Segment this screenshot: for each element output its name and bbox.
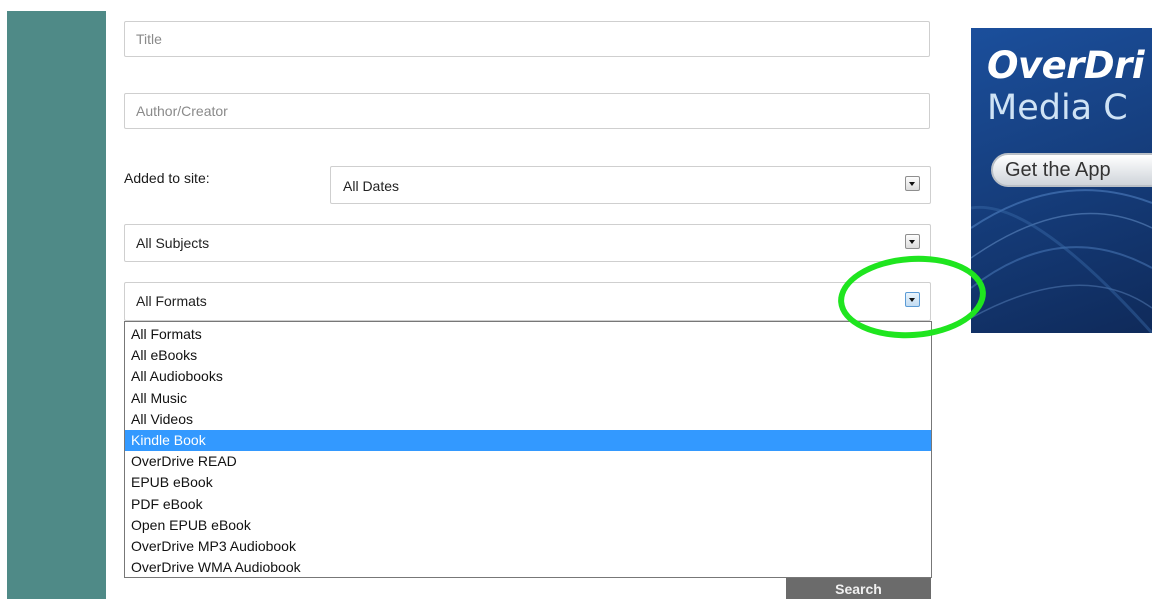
title-input[interactable] — [124, 21, 930, 57]
format-option[interactable]: OverDrive WMA Audiobook — [125, 557, 931, 578]
format-option[interactable]: EPUB eBook — [125, 472, 931, 493]
format-option[interactable]: Kindle Book — [125, 429, 931, 452]
search-button[interactable]: Search — [786, 578, 931, 599]
format-option[interactable]: All eBooks — [125, 345, 931, 366]
left-sidebar — [7, 11, 106, 599]
format-option[interactable]: OverDrive MP3 Audiobook — [125, 536, 931, 557]
author-input[interactable] — [124, 93, 930, 129]
subjects-select[interactable]: All Subjects — [124, 224, 931, 262]
format-option[interactable]: All Videos — [125, 409, 931, 430]
added-to-site-label: Added to site: — [124, 170, 210, 186]
formats-select[interactable]: All Formats — [124, 282, 931, 321]
chevron-down-icon[interactable] — [905, 234, 920, 249]
format-option[interactable]: All Music — [125, 388, 931, 409]
subjects-value: All Subjects — [136, 235, 210, 251]
ad-brand: OverDri — [987, 44, 1145, 87]
overdrive-app-ad[interactable]: OverDri Media C Get the App — [971, 28, 1152, 333]
added-date-select[interactable]: All Dates — [330, 166, 931, 204]
ad-subtitle: Media C — [987, 88, 1128, 128]
format-option[interactable]: PDF eBook — [125, 494, 931, 515]
formats-value: All Formats — [136, 293, 207, 309]
formats-dropdown-list[interactable]: All Formats All eBooks All Audiobooks All M… — [124, 321, 932, 578]
chevron-down-icon[interactable] — [905, 176, 920, 191]
format-option[interactable]: All Formats — [125, 324, 931, 345]
format-option[interactable]: OverDrive READ — [125, 451, 931, 472]
format-option[interactable]: Open EPUB eBook — [125, 515, 931, 536]
added-date-value: All Dates — [343, 178, 400, 194]
get-app-button[interactable]: Get the App — [991, 153, 1152, 187]
format-option[interactable]: All Audiobooks — [125, 366, 931, 387]
